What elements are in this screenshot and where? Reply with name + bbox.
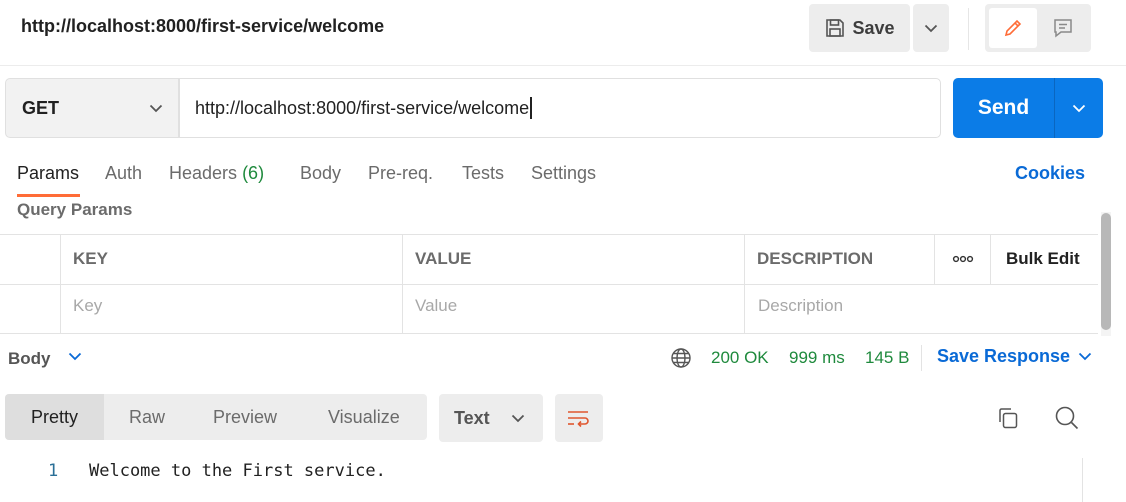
- table-column-divider: [402, 234, 403, 333]
- cookies-link[interactable]: Cookies: [1015, 163, 1085, 184]
- response-size[interactable]: 145 B: [865, 348, 909, 368]
- tab-settings[interactable]: Settings: [531, 163, 596, 184]
- send-options-button[interactable]: [1055, 78, 1103, 138]
- value-input[interactable]: Value: [415, 296, 735, 316]
- code-scroll-border: [1082, 458, 1083, 502]
- view-tab-raw[interactable]: Raw: [129, 394, 165, 440]
- search-button[interactable]: [1054, 405, 1080, 431]
- headers-count-badge: (6): [242, 163, 265, 183]
- format-select[interactable]: Text: [439, 394, 543, 442]
- send-button[interactable]: Send: [953, 78, 1103, 138]
- scrollbar-thumb[interactable]: [1101, 213, 1111, 330]
- tab-headers[interactable]: Headers (6): [169, 163, 264, 184]
- copy-button[interactable]: [996, 406, 1020, 430]
- table-border-bottom: [0, 333, 1098, 334]
- description-input[interactable]: Description: [758, 296, 1088, 316]
- pencil-icon: [1002, 17, 1024, 39]
- tab-pre-request[interactable]: Pre-req.: [368, 163, 433, 184]
- tab-body[interactable]: Body: [300, 163, 341, 184]
- network-info-button[interactable]: [670, 347, 692, 369]
- code-line[interactable]: Welcome to the First service.: [89, 461, 386, 481]
- wrap-icon: [566, 407, 592, 429]
- response-body-toggle[interactable]: [68, 352, 82, 361]
- response-divider: [921, 345, 922, 371]
- wrap-lines-button[interactable]: [555, 394, 603, 442]
- column-header-value: VALUE: [415, 249, 472, 268]
- url-input[interactable]: http://localhost:8000/first-service/welc…: [179, 78, 941, 138]
- response-body-label[interactable]: Body: [8, 349, 51, 369]
- active-tab-indicator: [17, 194, 80, 197]
- tab-auth[interactable]: Auth: [105, 163, 142, 184]
- save-options-button[interactable]: [913, 4, 949, 52]
- table-column-divider: [934, 234, 935, 284]
- globe-icon: [670, 347, 692, 369]
- method-value: GET: [22, 97, 60, 118]
- tab-params[interactable]: Params: [17, 163, 79, 184]
- tab-headers-label: Headers: [169, 163, 238, 183]
- header-divider: [968, 8, 969, 50]
- copy-icon: [996, 406, 1020, 430]
- send-label: Send: [977, 96, 1030, 119]
- text-caret: [530, 97, 533, 119]
- table-column-divider: [60, 234, 61, 333]
- format-value: Text: [454, 407, 490, 428]
- bulk-edit-button[interactable]: Bulk Edit: [1006, 249, 1080, 269]
- view-tab-visualize[interactable]: Visualize: [328, 394, 400, 440]
- comments-button[interactable]: [1040, 8, 1086, 48]
- save-button[interactable]: Save: [809, 4, 910, 52]
- chevron-down-icon: [68, 352, 82, 361]
- save-label: Save: [852, 17, 895, 38]
- header-divider-line: [0, 65, 1126, 66]
- view-tab-preview[interactable]: Preview: [213, 394, 277, 440]
- chevron-down-icon: [1072, 104, 1086, 113]
- url-value: http://localhost:8000/first-service/welc…: [195, 97, 530, 118]
- chevron-down-icon: [1078, 352, 1092, 361]
- save-icon: [824, 17, 846, 39]
- save-response-label: Save Response: [937, 346, 1071, 366]
- view-tab-pretty[interactable]: Pretty: [5, 394, 104, 440]
- status-code[interactable]: 200 OK: [711, 348, 769, 368]
- key-input[interactable]: Key: [73, 296, 393, 316]
- chevron-down-icon: [149, 104, 163, 113]
- line-number: 1: [48, 461, 59, 481]
- query-params-title: Query Params: [17, 200, 133, 219]
- method-select[interactable]: GET: [5, 78, 179, 138]
- search-icon: [1054, 405, 1080, 431]
- request-title[interactable]: http://localhost:8000/first-service/welc…: [21, 16, 384, 37]
- edit-mode-button[interactable]: [989, 8, 1037, 48]
- save-response-button[interactable]: Save Response: [937, 346, 1092, 367]
- more-options-button[interactable]: [948, 248, 978, 270]
- chevron-down-icon: [924, 24, 938, 33]
- more-icon: [952, 255, 974, 263]
- column-header-key: KEY: [73, 249, 108, 268]
- tab-tests[interactable]: Tests: [462, 163, 504, 184]
- table-column-divider: [744, 234, 745, 333]
- column-header-description: DESCRIPTION: [757, 249, 874, 268]
- chevron-down-icon: [511, 414, 525, 423]
- response-time[interactable]: 999 ms: [789, 348, 845, 368]
- table-column-divider: [990, 234, 991, 284]
- comment-icon: [1052, 17, 1074, 39]
- table-border-middle: [0, 284, 1098, 285]
